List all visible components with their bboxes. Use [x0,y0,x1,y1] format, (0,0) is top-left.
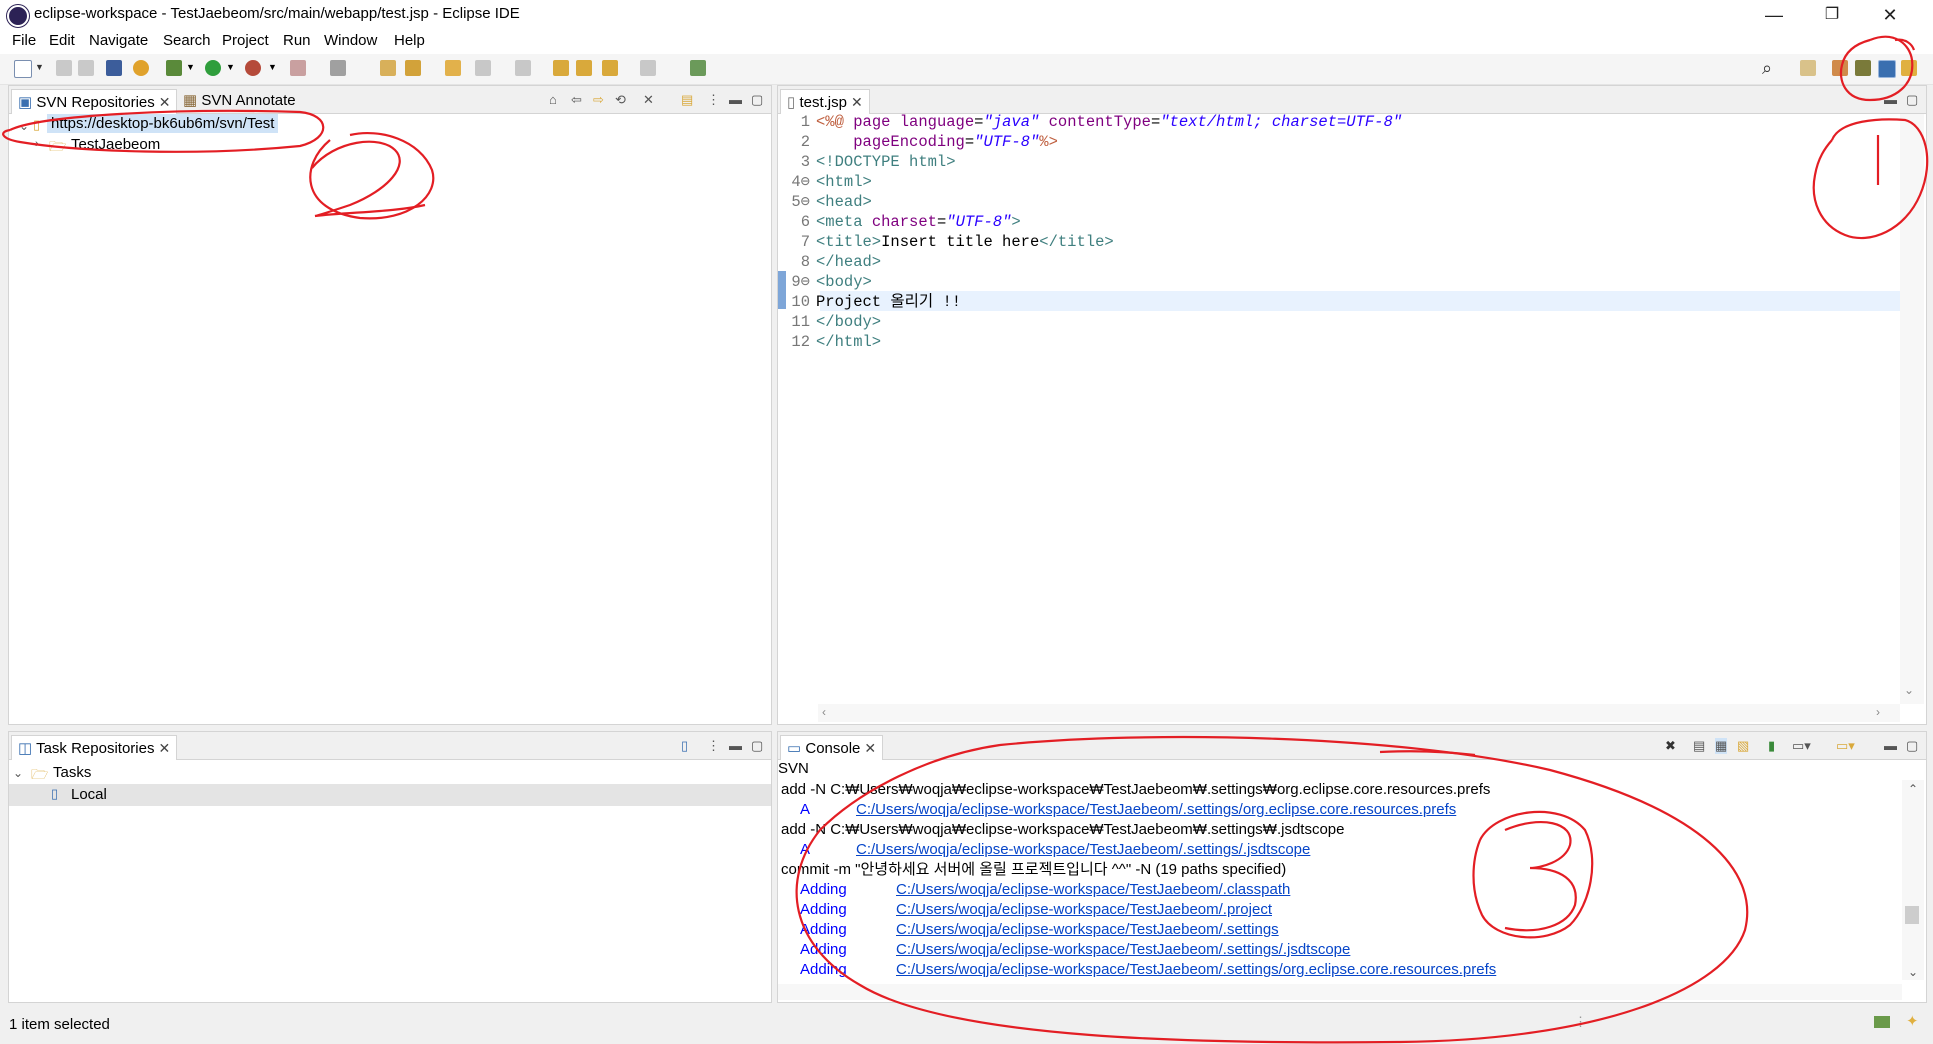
annotation-digit-3 [1504,821,1577,932]
annotation-circle-around-2 [309,131,435,220]
annotation-overlay [2,35,1929,1044]
annotation-circle-around-3 [1472,810,1594,939]
annotation-stroke [1379,750,1476,757]
annotation-circle-3 [795,735,1749,1044]
annotation-digit-2 [311,140,426,218]
annotation-circle-2 [2,109,325,153]
annotation-circle-1 [1812,118,1929,240]
annotation-circle-toolbar [1839,35,1914,102]
